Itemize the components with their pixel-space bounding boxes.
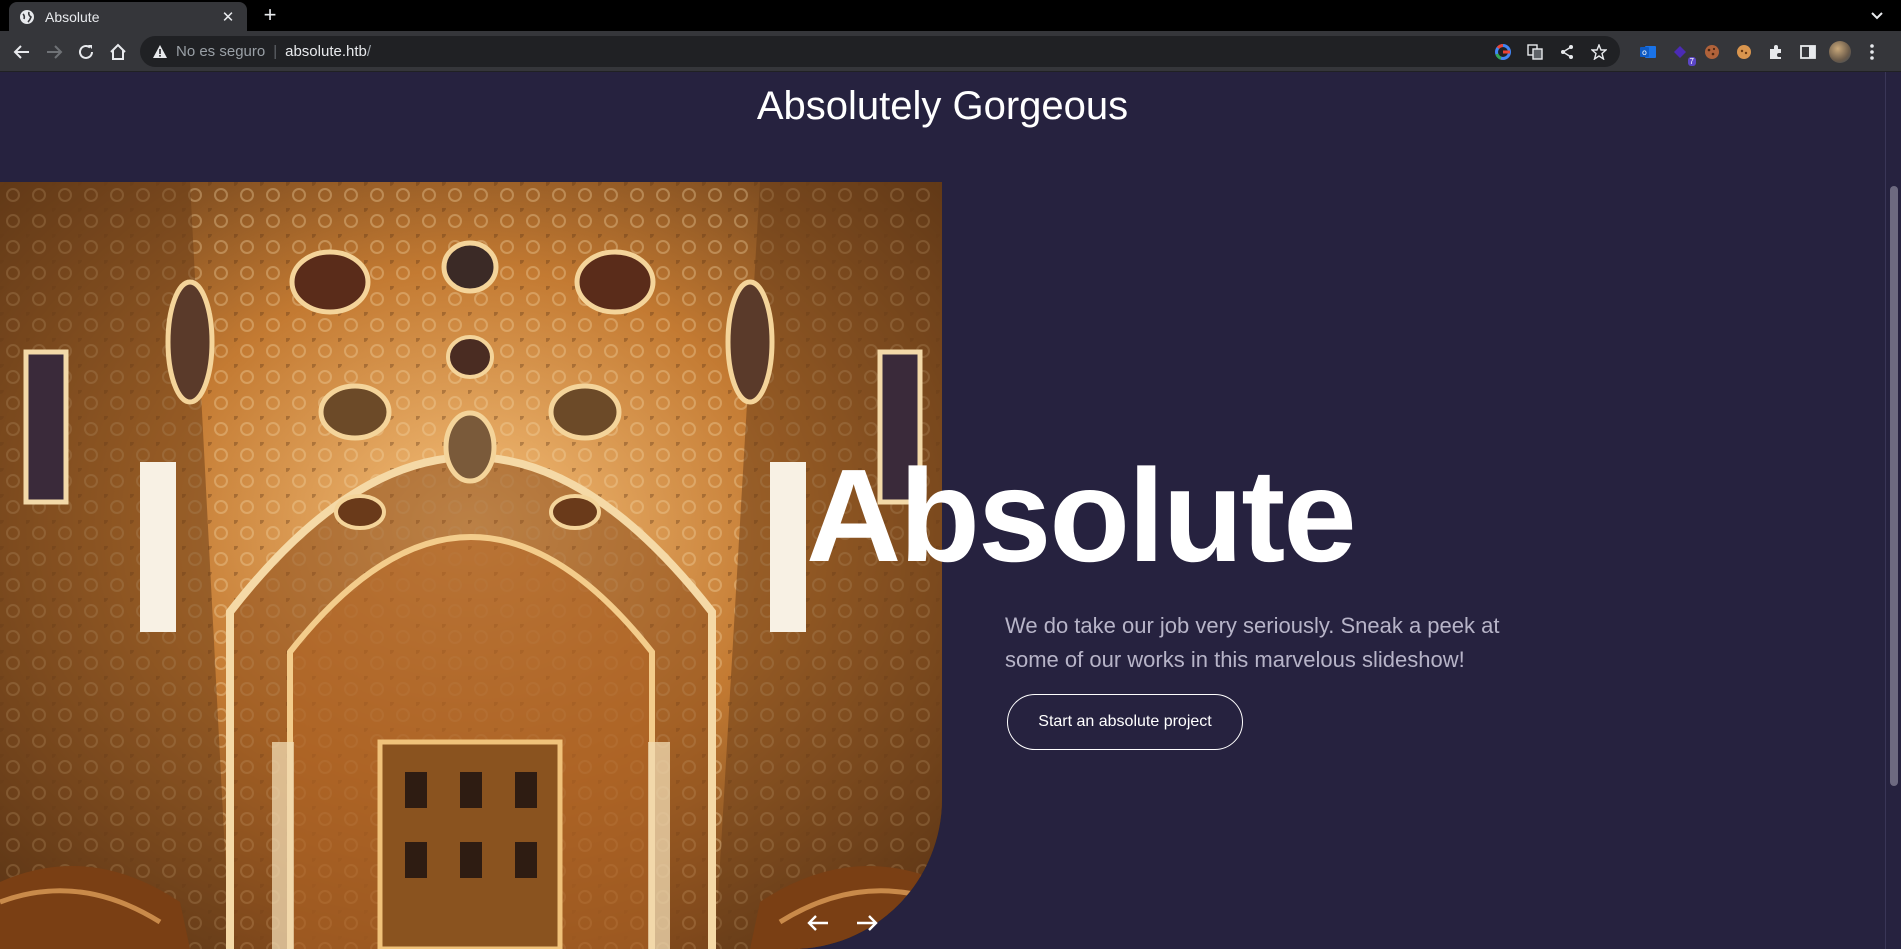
forward-button[interactable]	[40, 38, 68, 66]
scrollbar-thumb[interactable]	[1890, 186, 1898, 786]
back-button[interactable]	[8, 38, 36, 66]
more-menu-icon[interactable]	[1860, 40, 1884, 64]
cookie-editor-icon[interactable]	[1732, 40, 1756, 64]
warning-triangle-icon[interactable]	[152, 44, 168, 60]
omnibox-actions	[1492, 36, 1610, 67]
security-status[interactable]: No es seguro	[176, 43, 265, 60]
extension-badge: 7	[1687, 56, 1696, 66]
reload-icon	[79, 44, 93, 59]
hero-description: We do take our job very seriously. Sneak…	[1005, 613, 1500, 672]
url-text[interactable]: absolute.htb/	[285, 43, 371, 60]
svg-text:o: o	[1642, 48, 1647, 57]
side-panel-icon[interactable]	[1796, 40, 1820, 64]
bookmark-star-icon[interactable]	[1588, 41, 1610, 63]
home-button[interactable]	[104, 38, 132, 66]
home-icon	[110, 43, 126, 60]
outlook-icon[interactable]: o	[1636, 40, 1660, 64]
arrow-right-icon	[857, 915, 878, 931]
avatar-image	[1829, 40, 1851, 63]
tab-strip: Absolute ✕ +	[0, 0, 1901, 31]
site-title: Absolutely Gorgeous	[756, 84, 1129, 128]
hero-slide-image	[0, 182, 942, 949]
translate-icon[interactable]	[1524, 41, 1546, 63]
address-bar[interactable]: No es seguro | absolute.htb/	[140, 36, 1620, 67]
browser-toolbar: No es seguro | absolute.htb/ o 7	[0, 31, 1901, 72]
browser-tab[interactable]: Absolute ✕	[9, 2, 247, 31]
purple-extension-icon[interactable]: 7	[1668, 40, 1696, 66]
url-path: /	[366, 43, 372, 60]
puzzle-icon[interactable]	[1764, 40, 1788, 64]
arrow-left-icon	[807, 915, 828, 931]
new-tab-button[interactable]: +	[258, 4, 282, 28]
arrow-back-icon	[13, 45, 29, 59]
slider-prev-button[interactable]	[801, 908, 835, 938]
baroque-church-interior-image	[0, 182, 942, 949]
page-viewport: Absolutely Gorgeous Absolute We do take …	[0, 72, 1885, 949]
share-icon[interactable]	[1556, 41, 1578, 63]
page-scrollbar[interactable]	[1885, 72, 1901, 949]
extensions-area: o 7	[1636, 36, 1884, 67]
profile-avatar[interactable]	[1828, 40, 1852, 64]
omnibox-divider: |	[273, 43, 278, 60]
close-tab-icon[interactable]: ✕	[219, 8, 237, 26]
slider-next-button[interactable]	[850, 908, 884, 938]
tab-search-chevron-icon[interactable]	[1867, 6, 1887, 26]
arrow-forward-icon	[47, 45, 63, 59]
tab-title: Absolute	[45, 8, 100, 25]
google-lens-icon[interactable]	[1492, 41, 1514, 63]
cookie-icon[interactable]	[1700, 40, 1724, 64]
url-host: absolute.htb	[285, 43, 367, 60]
reload-button[interactable]	[72, 38, 100, 66]
start-project-button[interactable]: Start an absolute project	[1007, 694, 1243, 750]
hero-heading: Absolute	[806, 442, 1357, 589]
globe-icon	[19, 9, 35, 25]
